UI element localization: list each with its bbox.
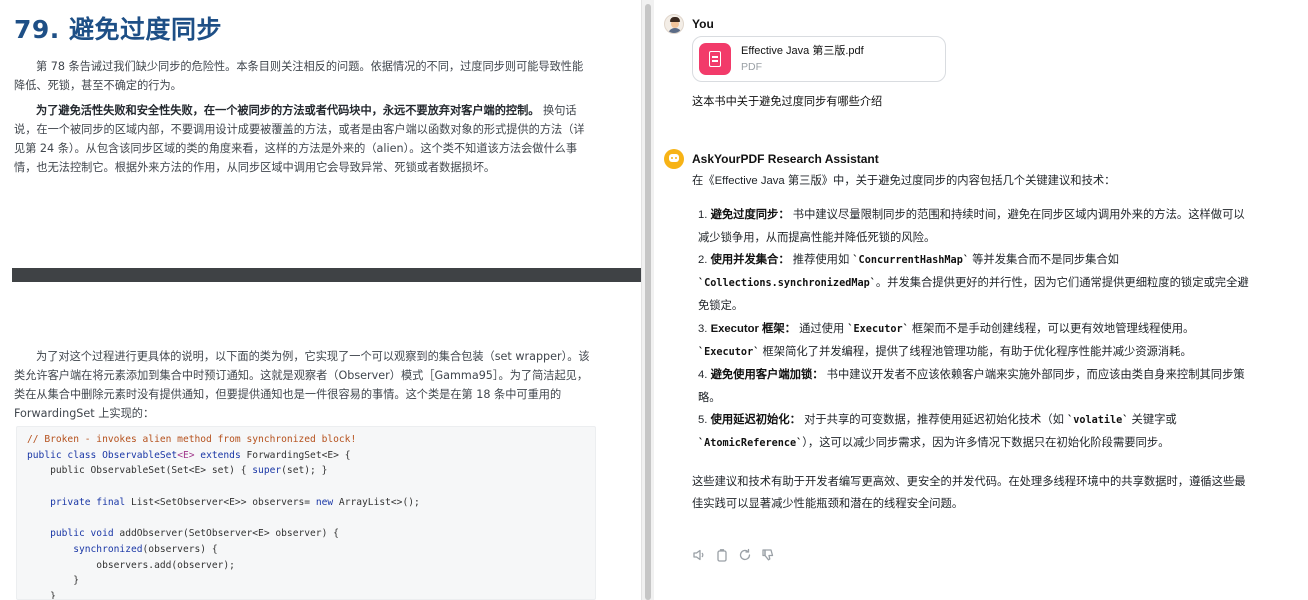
scrollbar-thumb[interactable] — [645, 4, 651, 600]
answer-intro: 在《Effective Java 第三版》中，关于避免过度同步的内容包括几个关键… — [692, 175, 1116, 187]
list-item: 2. 使用并发集合： 推荐使用如 `ConcurrentHashMap` 等并发… — [698, 253, 1249, 313]
pdf-file-icon — [699, 43, 731, 75]
code-line: public void addObserver(SetObserver<E> o… — [27, 528, 339, 540]
code-line: public ObservableSet(Set<E> set) { super… — [27, 465, 328, 477]
answer-list: 1. 避免过度同步： 书中建议尽量限制同步的范围和持续时间，避免在同步区域内调用… — [692, 204, 1252, 455]
inline-code: `Executor` — [847, 323, 909, 335]
code-line: } — [27, 575, 79, 587]
user-avatar — [664, 14, 684, 34]
user-message-text: 这本书中关于避免过度同步有哪些介绍 — [692, 96, 883, 108]
inline-code: `ConcurrentHashMap` — [852, 254, 969, 266]
thumbs-down-icon[interactable] — [761, 548, 775, 562]
assistant-avatar — [664, 149, 684, 169]
copy-icon[interactable] — [715, 548, 729, 562]
code-line: public class ObservableSet<E> extends Fo… — [27, 449, 351, 461]
assistant-name: AskYourPDF Research Assistant — [692, 152, 879, 166]
list-item: 5. 使用延迟初始化： 对于共享的可变数据，推荐使用延迟初始化技术（如 `vol… — [698, 413, 1177, 450]
code-block: // Broken - invokes alien method from sy… — [16, 426, 596, 600]
file-name: Effective Java 第三版.pdf — [741, 45, 864, 57]
inline-code: `AtomicReference` — [698, 438, 803, 450]
paragraph-text: 第 78 条告诫过我们缺少同步的危险性。本条目则关注相反的问题。依据情况的不同，… — [14, 60, 584, 92]
paragraph: 第 78 条告诫过我们缺少同步的危险性。本条目则关注相反的问题。依据情况的不同，… — [14, 57, 594, 95]
list-item: 3. Executor 框架： 通过使用 `Executor` 框架而不是手动创… — [698, 322, 1195, 359]
pdf-viewer[interactable]: 79. 避免过度同步 第 78 条告诫过我们缺少同步的危险性。本条目则关注相反的… — [0, 0, 641, 600]
section-title: 79. 避免过度同步 — [14, 15, 222, 44]
answer-outro: 这些建议和技术有助于开发者编写更高效、更安全的并发代码。在处理多线程环境中的共享… — [692, 475, 1246, 510]
pdf-page: 79. 避免过度同步 第 78 条告诫过我们缺少同步的危险性。本条目则关注相反的… — [0, 0, 641, 268]
chat-panel: You Effective Java 第三版.pdf PDF 这本书中关于避免过… — [654, 0, 1308, 600]
regenerate-icon[interactable] — [738, 548, 752, 562]
paragraph: 为了对这个过程进行更具体的说明，以下面的类为例，它实现了一个可以观察到的集合包装… — [14, 347, 594, 423]
code-line: private final List<SetObserver<E>> obser… — [27, 496, 420, 508]
assistant-message-header: AskYourPDF Research Assistant — [664, 149, 879, 169]
inline-code: `Collections.synchronizedMap` — [698, 278, 876, 290]
attached-file-card[interactable]: Effective Java 第三版.pdf PDF — [692, 36, 946, 82]
paragraph: 为了避免活性失败和安全性失败，在一个被同步的方法或者代码块中，永远不要放弃对客户… — [14, 101, 594, 177]
code-line: // Broken - invokes alien method from sy… — [27, 434, 357, 445]
user-message-header: You — [664, 14, 714, 34]
inline-code: `volatile` — [1067, 414, 1129, 426]
paragraph-text: 为了对这个过程进行更具体的说明，以下面的类为例，它实现了一个可以观察到的集合包装… — [14, 350, 590, 420]
assistant-message: 在《Effective Java 第三版》中，关于避免过度同步的内容包括几个关键… — [692, 170, 1252, 515]
list-item: 4. 避免使用客户端加锁： 书中建议开发者不应该依赖客户端来实施外部同步，而应该… — [698, 369, 1245, 404]
pdf-scrollbar[interactable] — [641, 0, 654, 600]
page-divider — [12, 268, 641, 282]
inline-code: `Executor` — [698, 347, 760, 359]
paragraph-bold-text: 为了避免活性失败和安全性失败，在一个被同步的方法或者代码块中，永远不要放弃对客户… — [36, 104, 540, 117]
code-line: observers.add(observer); — [27, 559, 235, 571]
code-line: } — [27, 590, 56, 600]
speaker-icon[interactable] — [692, 548, 706, 562]
user-name: You — [692, 17, 714, 31]
list-item: 1. 避免过度同步： 书中建议尽量限制同步的范围和持续时间，避免在同步区域内调用… — [698, 209, 1245, 244]
file-type: PDF — [741, 61, 762, 73]
code-line: synchronized(observers) { — [27, 543, 218, 555]
message-actions — [692, 548, 775, 562]
